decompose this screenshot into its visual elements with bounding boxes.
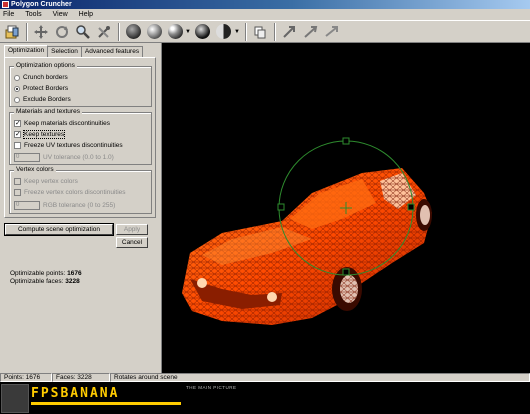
menu-view[interactable]: View xyxy=(53,11,68,18)
checkbox-label: Keep vertex colors xyxy=(24,178,78,185)
keep-textures-checkbox[interactable]: ✓ Keep textures xyxy=(14,130,66,139)
uv-tolerance-label: UV tolerance (0.0 to 1.0) xyxy=(43,154,114,161)
shade-smooth-icon[interactable] xyxy=(144,22,164,42)
uv-tolerance-row: 0 UV tolerance (0.0 to 1.0) xyxy=(14,153,114,162)
materials-group: Materials and textures ✓ Keep materials … xyxy=(9,108,152,165)
optimization-options-group: Optimization options Crunch borders Prot… xyxy=(9,62,152,107)
rotate-icon[interactable] xyxy=(52,22,72,42)
shade-flat-icon[interactable] xyxy=(123,22,143,42)
freeze-uv-checkbox[interactable]: Freeze UV textures discontinuities xyxy=(14,142,123,149)
checkbox-label: Freeze UV textures discontinuities xyxy=(24,142,123,149)
chevron-down-icon[interactable]: ▼ xyxy=(185,29,191,35)
points-value: 1676 xyxy=(67,270,82,277)
checkbox[interactable] xyxy=(14,189,21,196)
shade-dark-icon[interactable] xyxy=(193,22,213,42)
watermark-banner: FPSBANANA THE MAIN PICTURE xyxy=(0,382,530,414)
status-bar: Points: 1676 Faces: 3228 Rotates around … xyxy=(0,373,530,382)
checkbox-label: Keep materials discontinuities xyxy=(24,120,110,127)
menu-help[interactable]: Help xyxy=(79,11,93,18)
checkbox-checked[interactable]: ✓ xyxy=(14,131,21,138)
status-points: Points: 1676 xyxy=(0,373,52,382)
car-wireframe-render xyxy=(182,137,432,325)
3d-viewport[interactable] xyxy=(161,43,530,373)
group-title: Optimization options xyxy=(14,62,77,69)
arrow-right-icon[interactable] xyxy=(300,22,320,42)
banner-logo-underline xyxy=(31,402,181,405)
banner-logo: FPSBANANA xyxy=(31,386,120,401)
points-label: Optimizable points: xyxy=(10,270,66,277)
radio-label: Crunch borders xyxy=(23,74,68,81)
checkbox[interactable] xyxy=(14,178,21,185)
rgb-tolerance-field[interactable]: 0 xyxy=(14,201,40,210)
toolbar-separator xyxy=(118,22,120,41)
pan-icon[interactable] xyxy=(31,22,51,42)
title-bar: Polygon Cruncher xyxy=(0,0,530,9)
radio-exclude-borders[interactable]: Exclude Borders xyxy=(14,96,71,103)
left-panel: Optimization Selection Advanced features… xyxy=(0,43,160,373)
banner-caption: THE MAIN PICTURE xyxy=(186,385,237,390)
tab-advanced-features[interactable]: Advanced features xyxy=(80,46,144,57)
menu-tools[interactable]: Tools xyxy=(25,11,41,18)
copy-icon[interactable] xyxy=(250,22,270,42)
optimizable-points: Optimizable points: 1676 xyxy=(10,270,82,277)
keep-vertex-colors-checkbox[interactable]: Keep vertex colors xyxy=(14,178,78,185)
radio-button[interactable] xyxy=(14,74,20,81)
app-icon xyxy=(2,1,9,8)
group-title: Vertex colors xyxy=(14,166,56,173)
tab-strip: Optimization Selection Advanced features xyxy=(4,45,144,57)
zoom-icon[interactable] xyxy=(73,22,93,42)
arrow-diagonal-icon[interactable] xyxy=(279,22,299,42)
cancel-button[interactable]: Cancel xyxy=(116,237,148,248)
compute-optimization-button[interactable]: Compute scene optimization xyxy=(4,223,114,236)
rgb-tolerance-label: RGB tolerance (0 to 255) xyxy=(43,202,116,209)
checkbox[interactable] xyxy=(14,142,21,149)
checkbox-label: Freeze vertex colors discontinuities xyxy=(24,189,126,196)
rgb-tolerance-row: 0 RGB tolerance (0 to 255) xyxy=(14,201,115,210)
checkbox-checked[interactable]: ✓ xyxy=(14,120,21,127)
file-icon[interactable] xyxy=(2,22,22,42)
faces-value: 3228 xyxy=(65,278,80,285)
radio-button[interactable] xyxy=(14,96,20,103)
banner-thumbnail xyxy=(1,384,29,413)
shade-highlight-icon[interactable] xyxy=(165,22,185,42)
menu-bar: File Tools View Help xyxy=(0,9,530,20)
toolbar-separator xyxy=(244,22,247,41)
toolbar: ▼ ▼ xyxy=(0,20,530,43)
toolbar-separator xyxy=(26,22,28,41)
group-title: Materials and textures xyxy=(14,108,82,115)
tools-icon[interactable] xyxy=(94,22,114,42)
menu-file[interactable]: File xyxy=(3,11,14,18)
checkbox-label: Keep textures xyxy=(22,130,66,139)
status-faces: Faces: 3228 xyxy=(52,373,110,382)
vertex-colors-group: Vertex colors Keep vertex colors Freeze … xyxy=(9,166,152,214)
window-title: Polygon Cruncher xyxy=(11,1,72,8)
radio-label: Protect Borders xyxy=(23,85,69,92)
tab-body: Optimization options Crunch borders Prot… xyxy=(4,57,156,218)
radio-label: Exclude Borders xyxy=(23,96,71,103)
radio-protect-borders[interactable]: Protect Borders xyxy=(14,85,68,92)
arrow-left-icon[interactable] xyxy=(321,22,341,42)
status-mode: Rotates around scene xyxy=(110,373,530,382)
tab-selection[interactable]: Selection xyxy=(47,46,82,57)
shade-half-icon[interactable] xyxy=(214,22,234,42)
apply-button[interactable]: Apply xyxy=(116,224,148,235)
keep-materials-checkbox[interactable]: ✓ Keep materials discontinuities xyxy=(14,120,110,127)
chevron-down-icon[interactable]: ▼ xyxy=(234,29,240,35)
faces-label: Optimizable faces: xyxy=(10,278,64,285)
freeze-vertex-colors-checkbox[interactable]: Freeze vertex colors discontinuities xyxy=(14,189,126,196)
optimizable-faces: Optimizable faces: 3228 xyxy=(10,278,80,285)
tab-optimization[interactable]: Optimization xyxy=(4,45,49,57)
radio-button-selected[interactable] xyxy=(14,85,20,92)
uv-tolerance-field[interactable]: 0 xyxy=(14,153,40,162)
radio-crunch-borders[interactable]: Crunch borders xyxy=(14,74,68,81)
toolbar-separator xyxy=(273,22,276,41)
